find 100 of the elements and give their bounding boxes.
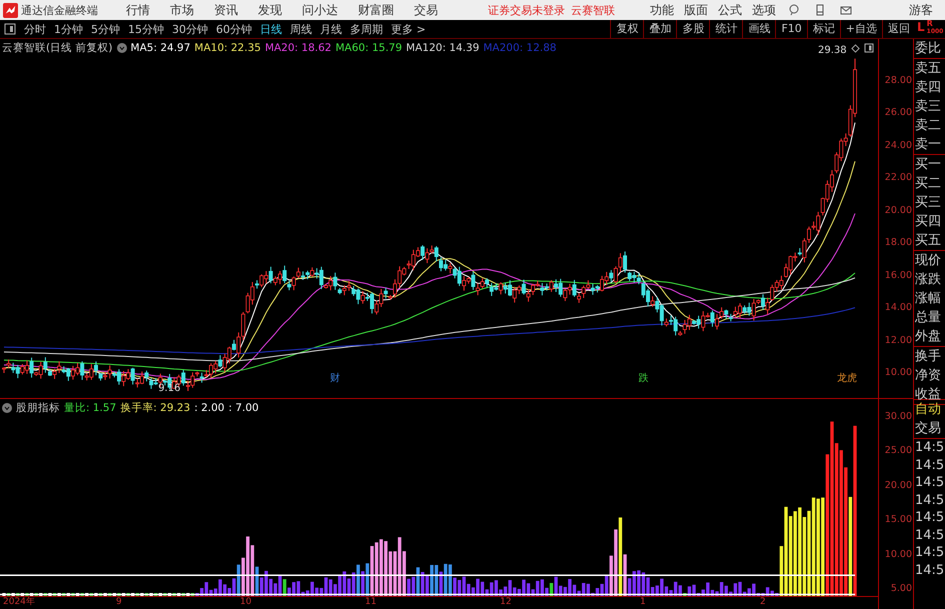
toolbar-button[interactable]: F10 bbox=[775, 20, 807, 38]
section-label: 交易 bbox=[914, 420, 942, 438]
indicator-axis-label: 15.00 bbox=[884, 513, 912, 528]
price-axis-label: 10.00 bbox=[884, 366, 912, 380]
price-axis-label: 28.00 bbox=[884, 74, 912, 88]
indicator-axis-label: 10.00 bbox=[884, 548, 912, 562]
diamond-icon[interactable] bbox=[851, 44, 860, 52]
toolbar-button[interactable]: +自选 bbox=[840, 20, 882, 38]
panel-icon[interactable] bbox=[864, 43, 874, 53]
event-mark[interactable]: 财 bbox=[330, 371, 340, 385]
quote-field-label: 总量 bbox=[914, 309, 942, 327]
date-axis-label: 9 bbox=[116, 597, 122, 608]
period-tab[interactable]: 多周期 bbox=[350, 22, 383, 36]
quote-field-label: 涨幅 bbox=[914, 290, 942, 308]
user-label[interactable]: 游客 bbox=[909, 2, 933, 18]
period-tab[interactable]: 日线 bbox=[260, 22, 282, 36]
date-axis-label: 12 bbox=[500, 597, 512, 608]
date-axis-label: 10 bbox=[240, 597, 252, 608]
quote-field-label: 买五 bbox=[914, 232, 942, 250]
stock-name: 云赛智联 bbox=[571, 2, 615, 18]
price-axis-label: 20.00 bbox=[884, 204, 912, 218]
login-status: 证券交易未登录 bbox=[488, 2, 565, 18]
mode-label[interactable]: 自动 bbox=[914, 400, 945, 419]
period-tab[interactable]: 分时 bbox=[24, 22, 46, 36]
menu-item[interactable]: 交易 bbox=[414, 2, 438, 18]
toolbar-button[interactable]: 返回 bbox=[882, 20, 915, 38]
dropdown-icon[interactable] bbox=[2, 402, 12, 413]
more-tab[interactable]: 更多 > bbox=[391, 22, 426, 36]
menu-item[interactable]: 问小达 bbox=[302, 2, 338, 18]
dropdown-icon[interactable] bbox=[116, 43, 127, 53]
indicator-axis-label: 30.00 bbox=[884, 410, 912, 424]
indicator-reading: : 7.00 bbox=[228, 402, 259, 414]
event-mark[interactable]: 跌 bbox=[638, 371, 648, 385]
trade-time: 14:5 bbox=[914, 456, 945, 474]
panel-toggle-icon[interactable] bbox=[4, 23, 16, 35]
menu-item[interactable]: 版面 bbox=[684, 2, 708, 18]
quote-field-label: 买四 bbox=[914, 213, 942, 231]
quote-field-label: 买一 bbox=[914, 156, 942, 174]
menu-item[interactable]: 发现 bbox=[258, 2, 282, 18]
period-tab[interactable]: 15分钟 bbox=[128, 22, 164, 36]
trade-time: 14:5 bbox=[914, 492, 945, 509]
indicator-name: 股朋指标 bbox=[16, 400, 60, 415]
period-tab[interactable]: 1分钟 bbox=[54, 22, 83, 36]
period-tab[interactable]: 60分钟 bbox=[216, 22, 252, 36]
chart-title: 云赛智联(日线 前复权) bbox=[2, 41, 113, 55]
period-tab[interactable]: 30分钟 bbox=[172, 22, 208, 36]
price-axis-label: 26.00 bbox=[884, 106, 912, 120]
mail-icon[interactable] bbox=[840, 4, 852, 16]
menu-item[interactable]: 资讯 bbox=[214, 2, 238, 18]
date-axis-label: 2 bbox=[760, 597, 766, 608]
quote-field-label: 卖五 bbox=[914, 60, 942, 78]
date-axis-label: 2024年 bbox=[3, 597, 35, 608]
price-axis-label: 12.00 bbox=[884, 334, 912, 348]
price-axis-label: 16.00 bbox=[884, 268, 912, 283]
quote-field-label: 买三 bbox=[914, 194, 942, 212]
indicator-axis-label: 20.00 bbox=[884, 478, 912, 493]
event-mark[interactable]: 龙虎 bbox=[836, 371, 857, 385]
menu-item[interactable]: 选项 bbox=[752, 2, 776, 18]
trade-time: 14:5 bbox=[914, 562, 945, 579]
menu-item[interactable]: 功能 bbox=[650, 2, 674, 18]
moving-average-label: MA10: 22.35 bbox=[194, 42, 261, 54]
trade-time: 14:5 bbox=[914, 439, 945, 456]
menu-item[interactable]: 市场 bbox=[170, 2, 194, 18]
app-logo bbox=[3, 2, 18, 18]
trade-time: 14:5 bbox=[914, 544, 945, 562]
high-price-label: 29.38 bbox=[818, 44, 847, 56]
date-axis-label: 11 bbox=[365, 597, 376, 608]
toolbar-button[interactable]: 画线 bbox=[742, 20, 776, 38]
app-title: 通达信金融终端 bbox=[21, 2, 98, 18]
quote-field-label: 委比 bbox=[914, 40, 942, 58]
quote-field-label: 卖三 bbox=[914, 98, 942, 116]
toolbar-button[interactable]: 标记 bbox=[806, 20, 840, 38]
quote-field-label: 收益 bbox=[914, 386, 942, 402]
quote-field-label: 卖四 bbox=[914, 79, 942, 97]
toolbar-button[interactable]: 多股 bbox=[676, 20, 710, 38]
moving-average-label: MA120: 14.39 bbox=[406, 42, 480, 54]
price-axis-label: 18.00 bbox=[884, 236, 912, 250]
period-tab[interactable]: 月线 bbox=[320, 22, 342, 36]
indicator-reading: : 2.00 bbox=[194, 402, 224, 414]
indicator-axis-label: 5.00 bbox=[890, 582, 912, 596]
quote-field-label: 卖一 bbox=[914, 136, 942, 154]
period-tab[interactable]: 周线 bbox=[290, 22, 312, 36]
quote-field-label: 换手 bbox=[914, 348, 942, 366]
quote-field-label: 现价 bbox=[914, 252, 942, 270]
price-axis-label: 24.00 bbox=[884, 138, 912, 153]
menu-item[interactable]: 行情 bbox=[126, 2, 150, 18]
menu-item[interactable]: 公式 bbox=[718, 2, 742, 18]
indicator-reading: 换手率: 29.23 bbox=[120, 400, 190, 415]
date-axis-label: 1 bbox=[640, 597, 646, 608]
menu-item[interactable]: 财富圈 bbox=[358, 2, 394, 18]
quote-field-label: 外盘 bbox=[914, 328, 942, 346]
indicator-axis-label: 25.00 bbox=[884, 444, 912, 458]
trade-time: 14:5 bbox=[914, 526, 945, 544]
toolbar-button[interactable]: 复权 bbox=[610, 20, 644, 38]
period-tab[interactable]: 5分钟 bbox=[91, 22, 120, 36]
indicator-reading: 量比: 1.57 bbox=[64, 400, 116, 415]
toolbar-button[interactable]: 叠加 bbox=[643, 20, 676, 38]
toolbar-button[interactable]: 统计 bbox=[709, 20, 742, 38]
low-price-label: 9.16 bbox=[158, 382, 180, 394]
moving-average-label: MA5: 24.97 bbox=[130, 42, 190, 54]
